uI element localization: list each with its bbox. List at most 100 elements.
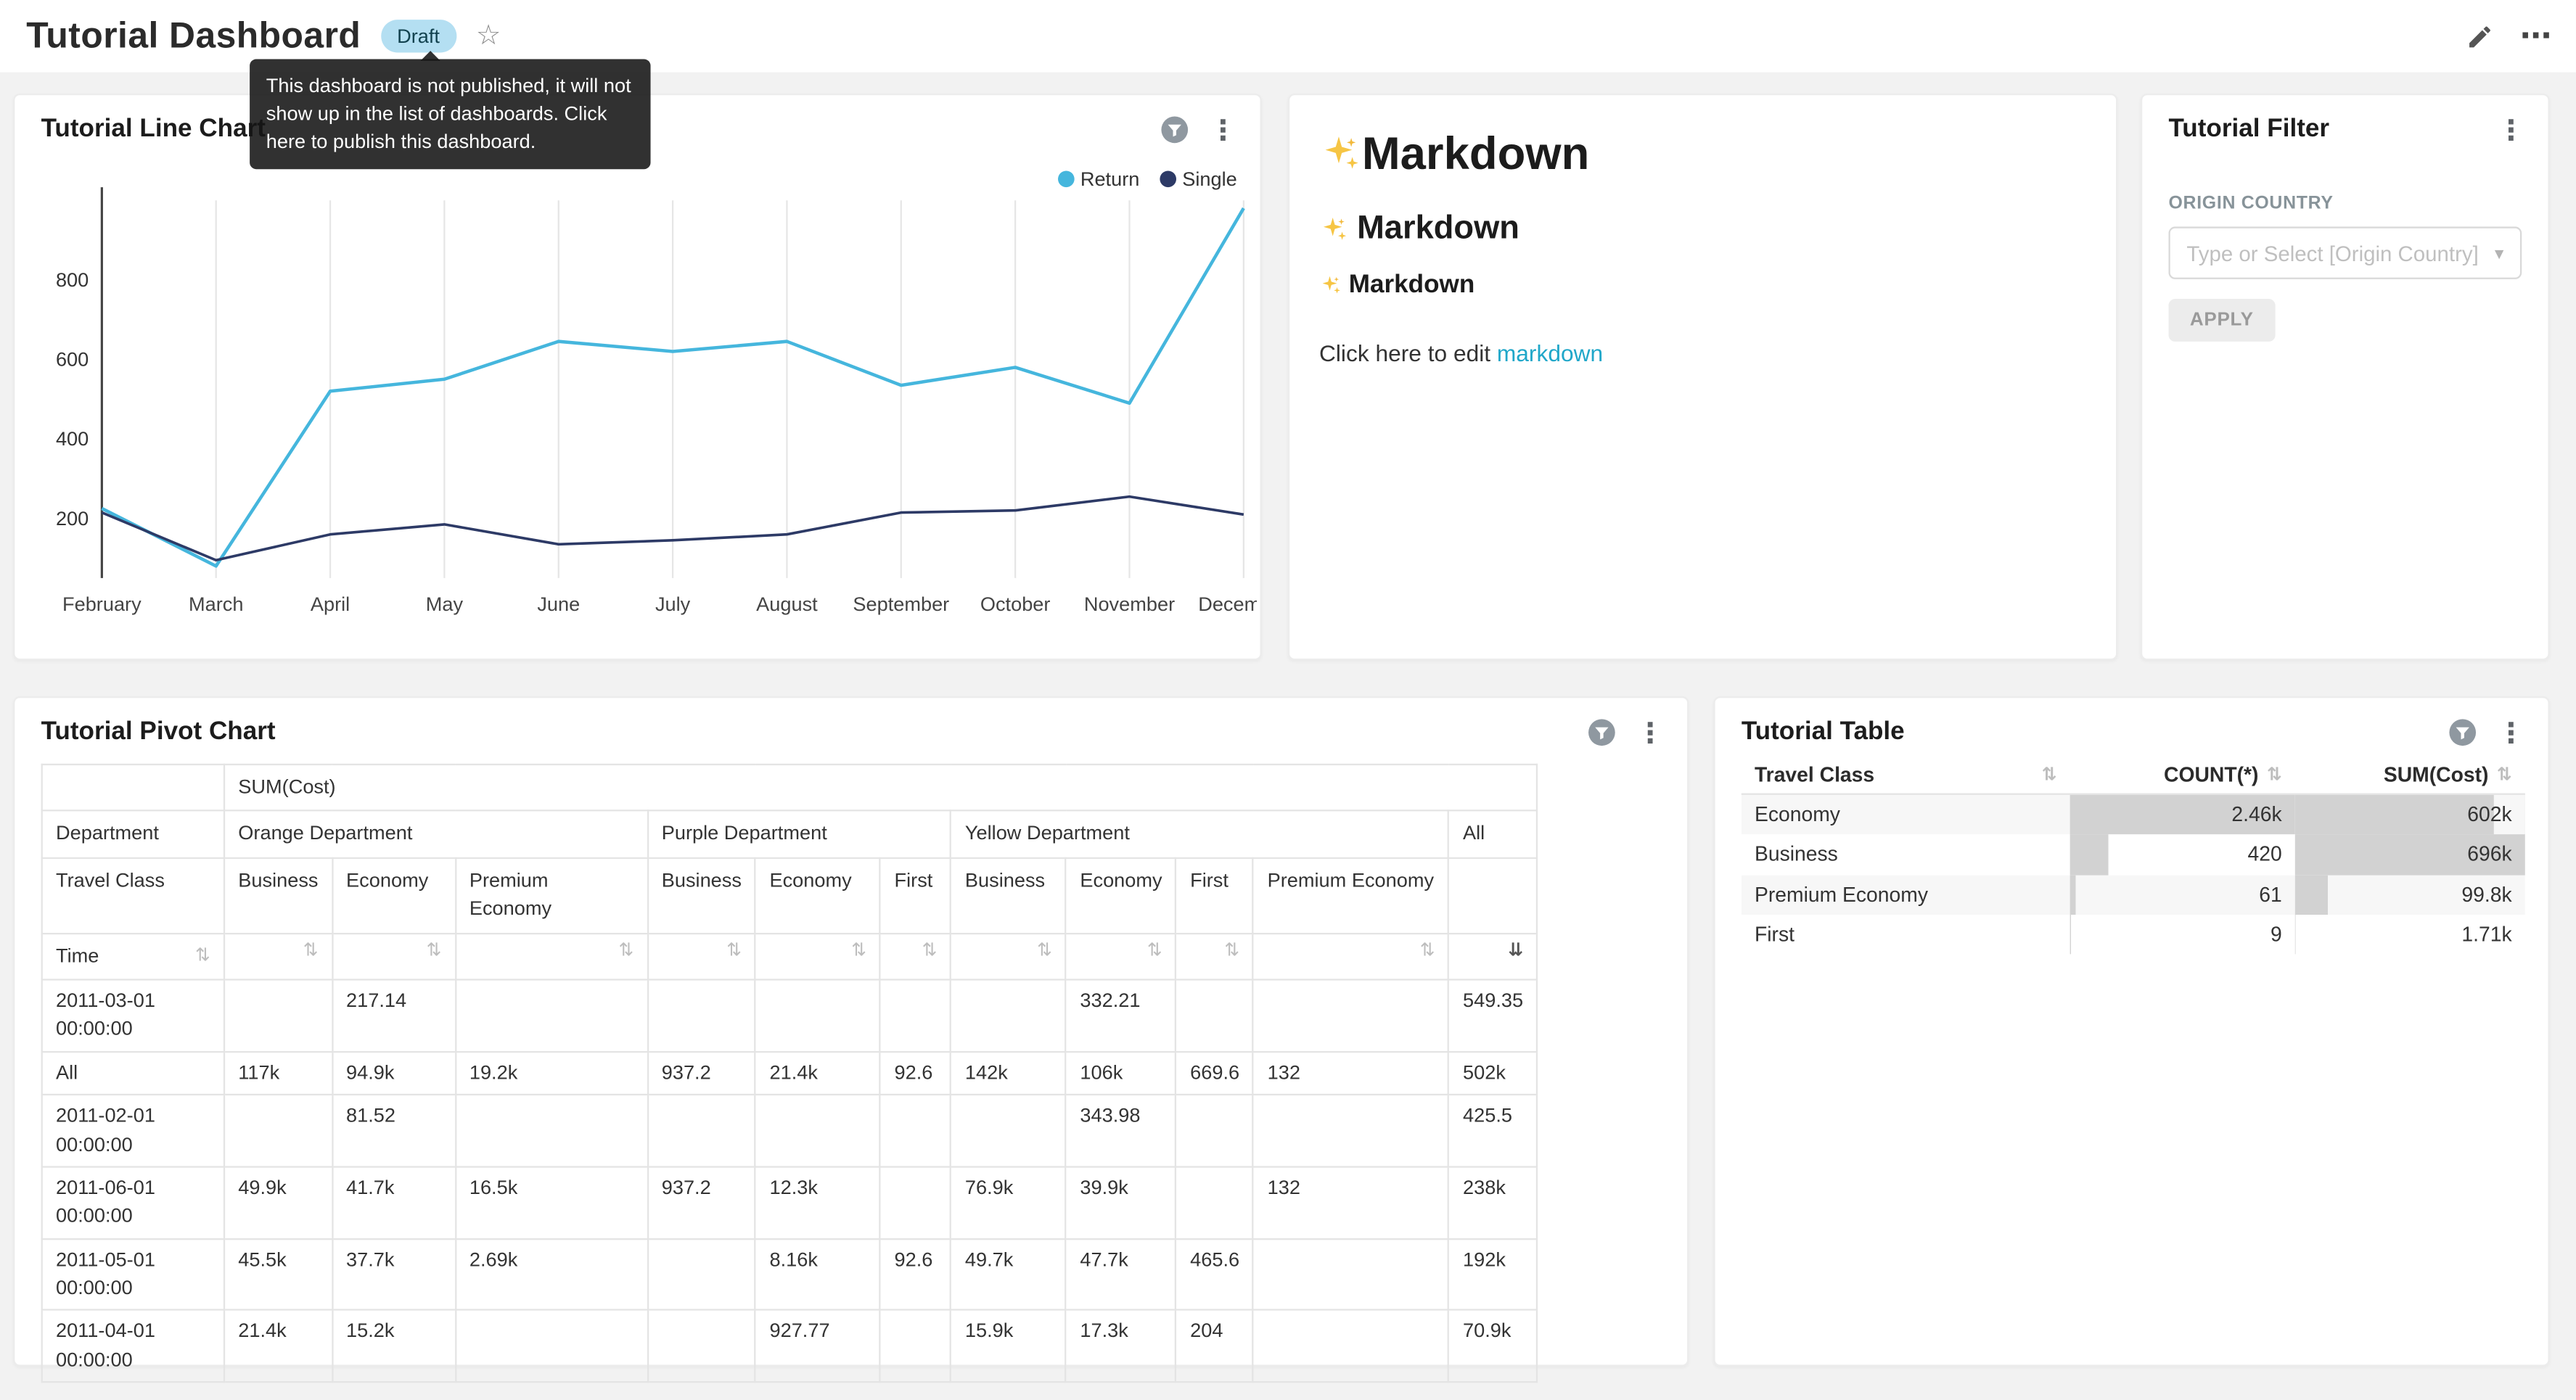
sparkles-icon (1319, 214, 1349, 244)
sort-icon[interactable]: ⇅ (618, 942, 633, 960)
chevron-down-icon: ▾ (2495, 242, 2504, 263)
chart-kebab-menu-icon[interactable]: ⋮ (1636, 719, 1664, 746)
sort-icon[interactable]: ⇅ (303, 942, 319, 960)
pivot-cell: 502k (1449, 1051, 1538, 1095)
pivot-cell: 332.21 (1066, 979, 1176, 1051)
pivot-row: 2011-06-01 00:00:0049.9k41.7k16.5k937.21… (42, 1166, 1538, 1238)
pivot-cell (647, 979, 755, 1051)
sort-icon[interactable]: ⇅ (1037, 942, 1052, 960)
edit-markdown-link[interactable]: markdown (1497, 340, 1603, 366)
pivot-card-title: Tutorial Pivot Chart (41, 717, 276, 747)
unpublished-tooltip[interactable]: This dashboard is not published, it will… (250, 59, 650, 170)
pivot-cell (647, 1095, 755, 1166)
pivot-cell: 106k (1066, 1051, 1176, 1095)
pivot-cell: 41.7k (332, 1166, 456, 1238)
pivot-cell (647, 1311, 755, 1383)
pivot-card-head: Tutorial Pivot Chart ⋮ (15, 698, 1687, 747)
table-row: Economy2.46k602k (1742, 794, 2525, 835)
table-row: Premium Economy6199.8k (1742, 875, 2525, 915)
pivot-time-label: Time (56, 942, 99, 971)
sort-icon[interactable]: ⇅ (2042, 766, 2057, 784)
sort-icon[interactable]: ⇅ (2497, 766, 2512, 784)
pivot-row: 2011-05-01 00:00:0045.5k37.7k2.69k8.16k9… (42, 1238, 1538, 1310)
pivot-time-header: Time ⇅ (42, 933, 224, 979)
travel-class-cell: Premium Economy (1742, 875, 2070, 915)
sum-cell: 696k (2295, 835, 2525, 875)
count-cell: 61 (2070, 875, 2295, 915)
filter-scope-icon[interactable] (1587, 717, 1617, 747)
sort-icon[interactable]: ⇅ (426, 942, 441, 960)
markdown-h1: Markdown (1319, 128, 2086, 181)
markdown-h2: Markdown (1319, 210, 2086, 248)
pivot-table: SUM(Cost)DepartmentOrange DepartmentPurp… (41, 764, 1538, 1383)
pivot-cell: 21.4k (755, 1051, 880, 1095)
chart-kebab-menu-icon[interactable]: ⋮ (2497, 719, 2524, 746)
sort-icon[interactable]: ⇅ (1420, 942, 1435, 960)
pivot-cell: 8.16k (755, 1238, 880, 1310)
pivot-row-label: 2011-06-01 00:00:00 (42, 1166, 224, 1238)
sum-cell: 99.8k (2295, 875, 2525, 915)
sort-icon[interactable]: ⇅ (2267, 766, 2282, 784)
sort-icon[interactable]: ⇅ (922, 942, 938, 960)
pivot-sort-cell: ⇅ (647, 933, 755, 979)
status-badge[interactable]: Draft (380, 20, 456, 52)
pivot-cell: 204 (1176, 1311, 1253, 1383)
pivot-sort-cell: ⇅ (951, 933, 1066, 979)
line-chart-card: Tutorial Line Chart ⋮ ReturnSingle Febru… (13, 94, 1262, 660)
filter-scope-icon[interactable] (2448, 717, 2477, 747)
pivot-cell: 217.14 (332, 979, 456, 1051)
sum-cell: 602k (2295, 794, 2525, 835)
origin-country-select[interactable]: Type or Select [Origin Country] ▾ (2168, 226, 2522, 279)
count-cell: 2.46k (2070, 794, 2295, 835)
apply-button[interactable]: APPLY (2168, 299, 2275, 342)
data-table: Travel Class⇅ COUNT(*) ⇅ SUM(Cost) ⇅ Economy2… (1742, 757, 2525, 955)
pivot-row: All117k94.9k19.2k937.221.4k92.6142k106k6… (42, 1051, 1538, 1095)
pivot-table-wrap: SUM(Cost)DepartmentOrange DepartmentPurp… (15, 747, 1687, 1383)
pivot-cell: 937.2 (647, 1166, 755, 1238)
markdown-h2-text: Markdown (1357, 210, 1519, 248)
more-menu-icon[interactable]: ⋯ (2520, 17, 2553, 55)
sort-icon[interactable]: ⇅ (726, 942, 742, 960)
x-axis-label: December (1198, 593, 1257, 615)
filter-scope-icon[interactable] (1160, 115, 1189, 144)
pivot-sort-cell: ⇅ (1176, 933, 1253, 979)
pivot-sort-cell: ⇅ (880, 933, 951, 979)
favorite-star-icon[interactable]: ☆ (476, 20, 501, 52)
sort-icon[interactable]: ⇅ (851, 942, 866, 960)
table-row: Business420696k (1742, 835, 2525, 875)
pivot-cell: 94.9k (332, 1051, 456, 1095)
sort-icon[interactable]: ⇅ (1147, 942, 1162, 960)
sort-icon[interactable]: ⇅ (1224, 942, 1239, 960)
pivot-cell: 81.52 (332, 1095, 456, 1166)
filter-card-title: Tutorial Filter (2168, 115, 2329, 144)
pivot-subcol-header: Economy (332, 857, 456, 933)
sort-desc-icon[interactable]: ⇊ (1508, 942, 1523, 960)
pivot-cell: 132 (1253, 1051, 1448, 1095)
chart-kebab-menu-icon[interactable]: ⋮ (1209, 116, 1236, 144)
column-header-count[interactable]: COUNT(*) ⇅ (2070, 757, 2295, 794)
x-axis-label: November (1084, 593, 1175, 615)
column-label: SUM(Cost) (2384, 764, 2489, 787)
pivot-cell: 37.7k (332, 1238, 456, 1310)
pivot-cell: 12.3k (755, 1166, 880, 1238)
column-header-sum-cost[interactable]: SUM(Cost) ⇅ (2295, 757, 2525, 794)
page-title: Tutorial Dashboard (26, 15, 361, 57)
pivot-sort-cell: ⇅ (332, 933, 456, 979)
x-axis-label: March (189, 593, 243, 615)
x-axis-label: August (756, 593, 818, 615)
y-axis-label: 400 (56, 427, 89, 450)
pivot-group-header: Orange Department (224, 811, 647, 857)
sort-icon[interactable]: ⇅ (195, 947, 210, 965)
pivot-cell (456, 1095, 648, 1166)
pivot-subcol-header: First (880, 857, 951, 933)
pivot-row-label: All (42, 1051, 224, 1095)
pivot-cell (224, 979, 332, 1051)
table-card-title: Tutorial Table (1742, 717, 1905, 747)
column-label: COUNT(*) (2164, 764, 2258, 787)
column-header-travel-class[interactable]: Travel Class⇅ (1742, 757, 2070, 794)
pivot-cell (951, 979, 1066, 1051)
filter-kebab-menu-icon[interactable]: ⋮ (2497, 116, 2524, 144)
edit-pencil-icon[interactable] (2466, 22, 2493, 50)
y-axis-label: 800 (56, 268, 89, 291)
x-axis-label: April (311, 593, 350, 615)
